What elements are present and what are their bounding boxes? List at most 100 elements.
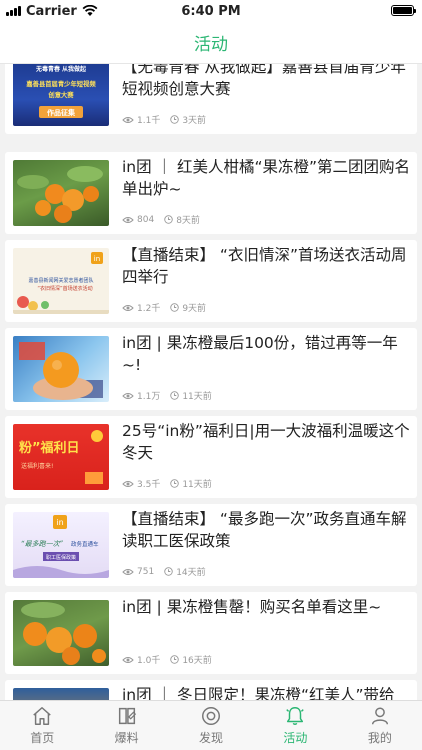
tab-label: 我的 bbox=[367, 731, 392, 745]
tab-label: 发现 bbox=[199, 731, 224, 745]
flyer-line: 嘉善县新闻网关爱志愿者团队 bbox=[28, 277, 93, 284]
tab-me[interactable]: 我的 bbox=[338, 701, 422, 750]
carrier-label: Carrier bbox=[26, 3, 77, 19]
oranges-photo bbox=[17, 166, 103, 223]
eye-icon bbox=[122, 304, 134, 311]
eye-icon bbox=[122, 656, 134, 663]
page-title: 活动 bbox=[194, 35, 228, 55]
banner-line: 作品征集 bbox=[47, 108, 76, 117]
wifi-icon bbox=[82, 5, 98, 16]
activity-card[interactable]: in团 ｜ 冬日限定！果冻橙“红美人”带给 bbox=[5, 680, 417, 700]
poster-image: 粉”福利日 送福利喜来! bbox=[19, 430, 103, 484]
svg-text:in: in bbox=[94, 255, 100, 263]
post-time: 11天前 bbox=[182, 480, 212, 490]
card-meta: 1.1万 11天前 bbox=[122, 389, 212, 402]
status-bar: Carrier 6:40 PM bbox=[0, 0, 422, 22]
banner-line: 创意大赛 bbox=[47, 90, 74, 99]
card-thumbnail: 粉”福利日 送福利喜来! bbox=[13, 424, 109, 490]
eye-icon bbox=[122, 116, 134, 123]
card-meta: 1.1千 3天前 bbox=[122, 113, 206, 126]
signal-icon bbox=[6, 6, 21, 16]
status-left: Carrier bbox=[6, 4, 98, 19]
card-meta: 751 14天前 bbox=[122, 565, 206, 578]
clock-icon bbox=[170, 303, 180, 312]
flyer-line: 职工医保政策 bbox=[46, 554, 76, 561]
post-time: 14天前 bbox=[176, 568, 206, 578]
activity-card[interactable]: 粉”福利日 送福利喜来! 25号“in粉”福利日|用一大波福利温暖这个冬天 3.… bbox=[5, 416, 417, 498]
flyer-image: in “最多跑一次” 政务直通车 职工医保政策 bbox=[13, 515, 109, 578]
clock-icon bbox=[164, 567, 173, 576]
banner-line: 嘉善县首届青少年短视频 bbox=[25, 79, 96, 88]
tab-bar: 首页 爆料 发现 活动 我的 bbox=[0, 700, 422, 750]
activity-card[interactable]: in “最多跑一次” 政务直通车 职工医保政策 【直播结束】 “最多跑一次”政务… bbox=[5, 504, 417, 586]
clock-icon bbox=[170, 391, 180, 400]
activity-card[interactable]: in团 ｜ 红美人柑橘“果冻橙”第二团团购名单出炉~ 804 8天前 bbox=[5, 152, 417, 234]
activity-card[interactable]: in团 | 果冻橙售罄！购买名单看这里~ 1.0千 16天前 bbox=[5, 592, 417, 674]
compass-icon bbox=[202, 707, 220, 725]
card-title: in团 ｜ 冬日限定！果冻橙“红美人”带给 bbox=[122, 686, 395, 700]
card-thumbnail bbox=[13, 160, 109, 226]
card-title: 【直播结束】 “衣旧情深”首场送衣活动周四举行 bbox=[122, 246, 407, 286]
activity-card[interactable]: 无毒青春 从我做起 嘉善县首届青少年短视频 创意大赛 作品征集 【无毒青春 从我… bbox=[5, 64, 417, 134]
flyer-image: in 嘉善县新闻网关爱志愿者团队 “衣旧情深”首场送衣活动 bbox=[13, 252, 109, 314]
view-count: 1.1千 bbox=[137, 116, 161, 126]
tab-discover[interactable]: 发现 bbox=[169, 701, 253, 750]
view-count: 1.1万 bbox=[137, 392, 161, 402]
card-thumbnail: in 嘉善县新闻网关爱志愿者团队 “衣旧情深”首场送衣活动 bbox=[13, 248, 109, 314]
card-meta: 1.0千 16天前 bbox=[122, 653, 212, 666]
view-count: 1.0千 bbox=[137, 656, 161, 666]
card-title: 25号“in粉”福利日|用一大波福利温暖这个冬天 bbox=[122, 422, 410, 462]
tab-label: 首页 bbox=[30, 731, 55, 745]
activity-card[interactable]: in团 | 果冻橙最后100份，错过再等一年~! 1.1万 11天前 bbox=[5, 328, 417, 410]
card-thumbnail bbox=[13, 336, 109, 402]
card-title: 【无毒青春 从我做起】嘉善县首届青少年短视频创意大赛 bbox=[122, 64, 406, 98]
eye-icon bbox=[122, 480, 134, 487]
tab-home[interactable]: 首页 bbox=[0, 701, 84, 750]
flyer-line: “最多跑一次” bbox=[21, 540, 64, 548]
oranges-photo bbox=[21, 602, 106, 665]
clock-icon bbox=[170, 479, 180, 488]
svg-text:in: in bbox=[56, 518, 63, 527]
card-thumbnail bbox=[13, 688, 109, 700]
view-count: 751 bbox=[137, 566, 155, 577]
view-count: 804 bbox=[137, 214, 155, 225]
nav-bar: 活动 bbox=[0, 22, 422, 64]
activity-card[interactable]: in 嘉善县新闻网关爱志愿者团队 “衣旧情深”首场送衣活动 【直播结束】 “衣旧… bbox=[5, 240, 417, 322]
poster-line: 送福利喜来! bbox=[21, 462, 53, 470]
activity-feed[interactable]: 无毒青春 从我做起 嘉善县首届青少年短视频 创意大赛 作品征集 【无毒青春 从我… bbox=[0, 64, 422, 700]
post-time: 3天前 bbox=[182, 116, 207, 126]
card-title: in团 ｜ 红美人柑橘“果冻橙”第二团团购名单出炉~ bbox=[122, 158, 411, 198]
banner-line: 无毒青春 从我做起 bbox=[35, 65, 87, 73]
eye-icon bbox=[122, 216, 134, 223]
eye-icon bbox=[122, 568, 134, 575]
tab-label: 爆料 bbox=[114, 731, 139, 745]
battery-icon bbox=[391, 5, 416, 16]
book-icon bbox=[118, 707, 136, 725]
flyer-line: “衣旧情深”首场送衣活动 bbox=[37, 285, 92, 292]
eye-icon bbox=[122, 392, 134, 399]
hand-orange-photo bbox=[19, 342, 103, 400]
card-thumbnail: in “最多跑一次” 政务直通车 职工医保政策 bbox=[13, 512, 109, 578]
poster-line: 粉”福利日 bbox=[19, 440, 80, 456]
card-title: in团 | 果冻橙最后100份，错过再等一年~! bbox=[122, 334, 398, 374]
bell-icon bbox=[286, 707, 305, 725]
post-time: 11天前 bbox=[182, 392, 212, 402]
clock-icon bbox=[170, 115, 180, 124]
tab-activity[interactable]: 活动 bbox=[253, 701, 337, 750]
flyer-line: 政务直通车 bbox=[71, 540, 99, 548]
card-meta: 804 8天前 bbox=[122, 213, 200, 226]
banner-image: 无毒青春 从我做起 嘉善县首届青少年短视频 创意大赛 作品征集 bbox=[25, 65, 96, 118]
card-thumbnail bbox=[13, 600, 109, 666]
tab-label: 活动 bbox=[283, 731, 308, 745]
card-meta: 3.5千 11天前 bbox=[122, 477, 212, 490]
post-time: 9天前 bbox=[182, 304, 207, 314]
view-count: 1.2千 bbox=[137, 304, 161, 314]
tab-tips[interactable]: 爆料 bbox=[84, 701, 168, 750]
card-title: 【直播结束】 “最多跑一次”政务直通车解读职工医保政策 bbox=[122, 510, 407, 550]
card-thumbnail: 无毒青春 从我做起 嘉善县首届青少年短视频 创意大赛 作品征集 bbox=[13, 64, 109, 126]
post-time: 16天前 bbox=[182, 656, 212, 666]
clock-icon bbox=[164, 215, 173, 224]
card-meta: 1.2千 9天前 bbox=[122, 301, 206, 314]
post-time: 8天前 bbox=[176, 216, 200, 226]
view-count: 3.5千 bbox=[137, 480, 161, 490]
